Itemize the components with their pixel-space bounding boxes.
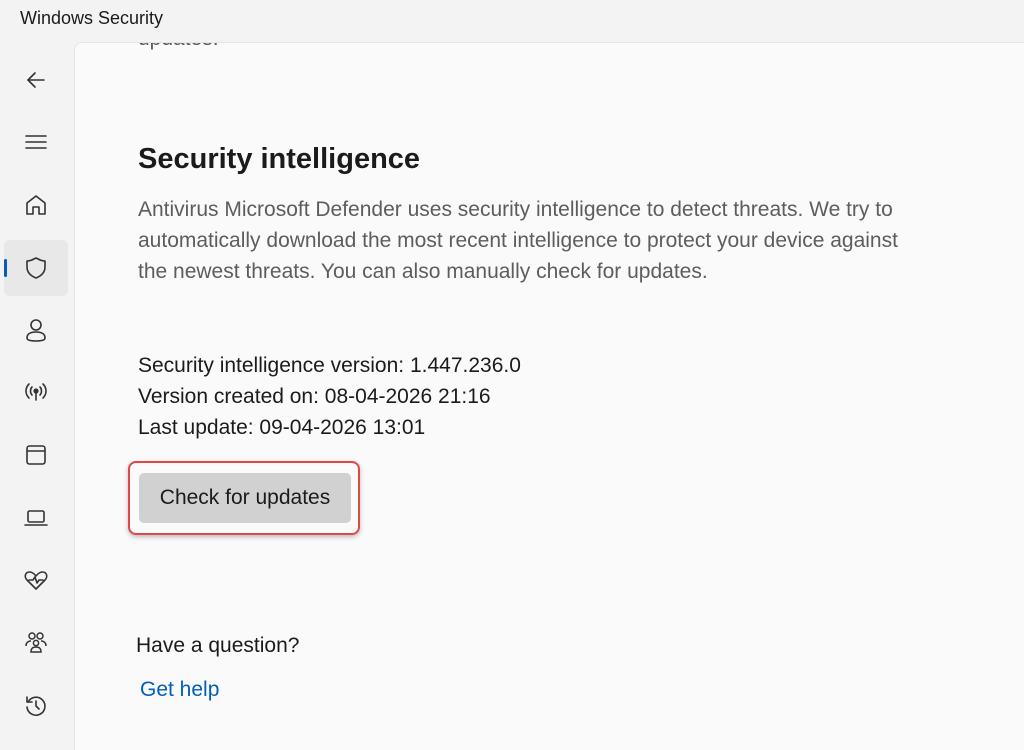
active-indicator (4, 259, 7, 277)
sidebar-item-account-protection[interactable] (4, 302, 68, 358)
back-arrow-icon (27, 72, 45, 88)
heart-pulse-icon (24, 571, 48, 590)
sidebar-item-virus-protection[interactable] (4, 240, 68, 296)
get-help-link[interactable]: Get help (140, 678, 219, 702)
menu-button[interactable] (4, 114, 68, 170)
check-for-updates-button[interactable]: Check for updates (139, 473, 351, 523)
home-icon (26, 195, 46, 215)
sidebar-item-app-browser-control[interactable] (4, 427, 68, 483)
person-icon (26, 319, 46, 342)
intelligence-version: Security intelligence version: 1.447.236… (138, 354, 521, 377)
laptop-icon (24, 510, 48, 526)
clipped-text: updates. (138, 43, 219, 51)
sidebar-item-home[interactable] (4, 177, 68, 233)
history-icon (26, 696, 46, 716)
sidebar-item-device-health[interactable] (4, 552, 68, 608)
sidebar-item-device-security[interactable] (4, 490, 68, 546)
sidebar-item-family-options[interactable] (4, 615, 68, 671)
app-window-icon (26, 445, 46, 465)
section-description: Antivirus Microsoft Defender uses securi… (138, 198, 898, 283)
sidebar-item-protection-history[interactable] (4, 678, 68, 734)
family-icon (25, 632, 47, 653)
shield-icon (26, 257, 46, 279)
wifi-signal-icon (25, 383, 47, 401)
last-update: Last update: 09-04-2026 13:01 (138, 416, 426, 439)
version-created: Version created on: 08-04-2026 21:16 (138, 385, 491, 408)
section-title: Security intelligence (138, 143, 421, 175)
sidebar-nav (0, 42, 74, 749)
main-content: updates. Security intelligence Antivirus… (74, 42, 1024, 750)
window-title: Windows Security (20, 8, 164, 28)
title-bar: Windows Security (0, 0, 1024, 42)
help-question: Have a question? (136, 634, 300, 657)
back-button[interactable] (4, 52, 68, 108)
hamburger-menu-icon (25, 135, 47, 149)
intelligence-info: Security intelligence version: 1.447.236… (138, 350, 521, 443)
sidebar-item-firewall[interactable] (4, 364, 68, 420)
